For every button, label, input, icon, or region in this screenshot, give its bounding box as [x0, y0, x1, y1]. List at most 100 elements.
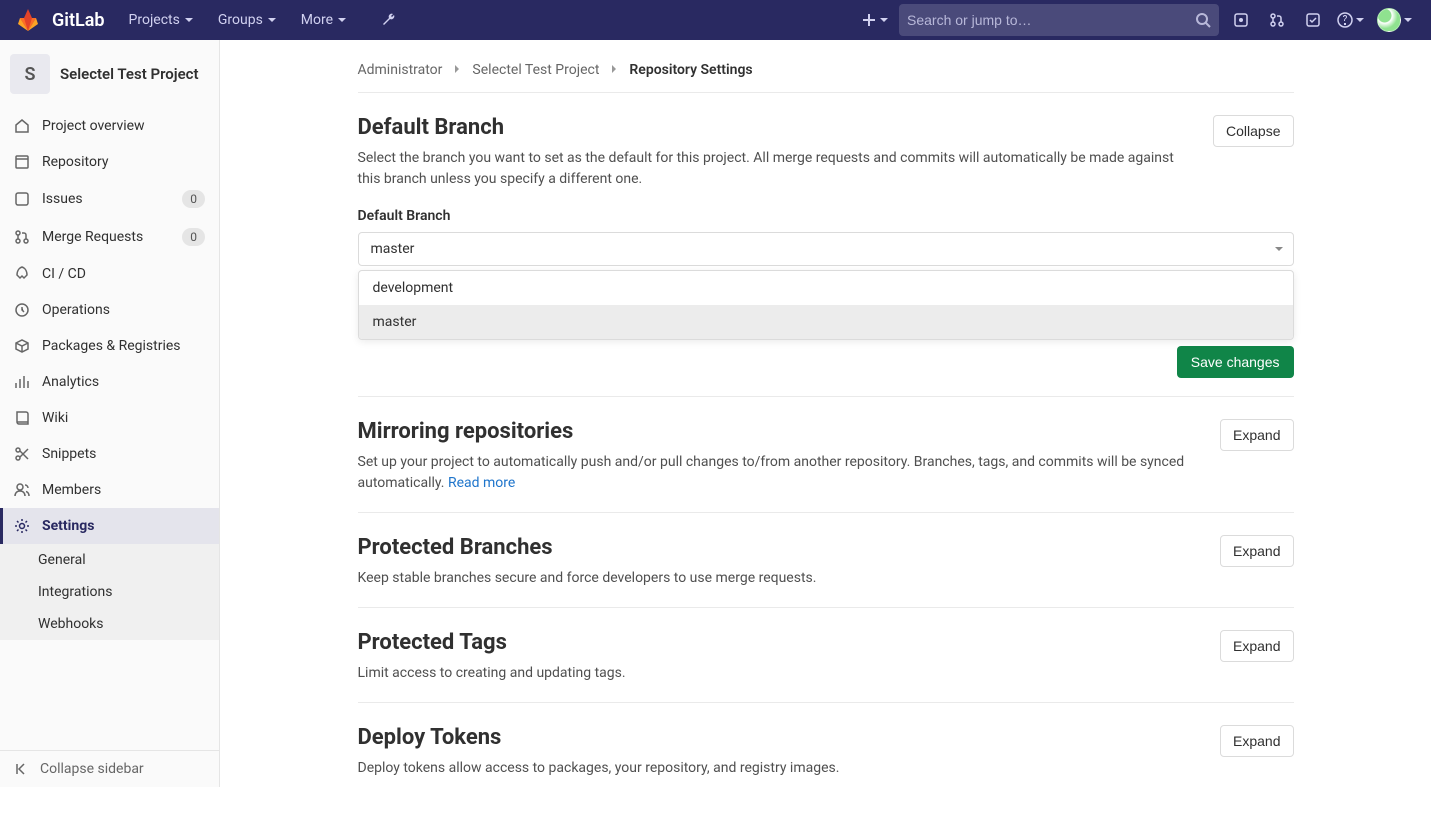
nav-projects-label: Projects [129, 12, 180, 28]
chevron-down-icon [1403, 15, 1413, 25]
sidebar-item-label: Members [42, 482, 101, 498]
sidebar-item-analytics[interactable]: Analytics [0, 364, 219, 400]
plus-icon [861, 12, 877, 28]
section-deploy-tokens: Deploy Tokens Deploy tokens allow access… [358, 703, 1294, 797]
book-icon [14, 410, 30, 426]
sidebar-item-merge-requests[interactable]: Merge Requests 0 [0, 218, 219, 256]
nav-more-label: More [301, 12, 333, 28]
brand-name[interactable]: GitLab [52, 10, 105, 31]
section-title: Protected Branches [358, 535, 1205, 560]
repo-icon [14, 154, 30, 170]
nav-projects[interactable]: Projects [121, 6, 202, 34]
project-avatar: S [10, 54, 50, 94]
nav-left: GitLab Projects Groups More [16, 6, 403, 34]
section-protected-tags: Protected Tags Limit access to creating … [358, 608, 1294, 703]
save-changes-button[interactable]: Save changes [1177, 346, 1294, 378]
collapse-sidebar-label: Collapse sidebar [40, 761, 144, 777]
collapse-button[interactable]: Collapse [1213, 115, 1293, 147]
expand-button[interactable]: Expand [1220, 630, 1293, 662]
expand-button[interactable]: Expand [1220, 725, 1293, 757]
sidebar-item-issues[interactable]: Issues 0 [0, 180, 219, 218]
sidebar-nav: Project overview Repository Issues 0 Mer… [0, 108, 219, 544]
select-value: master [371, 241, 415, 257]
new-menu[interactable] [859, 12, 891, 28]
chevron-down-icon [1274, 244, 1284, 254]
read-more-link[interactable]: Read more [448, 475, 515, 491]
section-protected-branches: Protected Branches Keep stable branches … [358, 513, 1294, 608]
global-search[interactable] [899, 4, 1219, 36]
expand-button[interactable]: Expand [1220, 535, 1293, 567]
rocket-icon [14, 266, 30, 282]
collapse-sidebar-button[interactable]: Collapse sidebar [0, 750, 219, 787]
sidebar-item-operations[interactable]: Operations [0, 292, 219, 328]
gear-icon [14, 518, 30, 534]
collapse-icon [14, 761, 30, 777]
user-menu[interactable] [1375, 8, 1415, 32]
help-menu[interactable] [1335, 12, 1367, 28]
nav-right [859, 4, 1415, 36]
sidebar-item-packages[interactable]: Packages & Registries [0, 328, 219, 364]
project-header[interactable]: S Selectel Test Project [0, 40, 219, 108]
nav-more[interactable]: More [293, 6, 355, 34]
merge-requests-shortcut-icon[interactable] [1263, 6, 1291, 34]
sidebar-item-snippets[interactable]: Snippets [0, 436, 219, 472]
sidebar-item-label: Settings [42, 518, 94, 534]
section-title: Default Branch [358, 115, 1198, 140]
search-input[interactable] [907, 12, 1195, 28]
todos-shortcut-icon[interactable] [1299, 6, 1327, 34]
scissors-icon [14, 446, 30, 462]
breadcrumb: Administrator Selectel Test Project Repo… [358, 56, 1294, 93]
package-icon [14, 338, 30, 354]
settings-sub-integrations[interactable]: Integrations [0, 576, 219, 608]
merge-icon [14, 229, 30, 245]
section-title: Protected Tags [358, 630, 1205, 655]
breadcrumb-admin[interactable]: Administrator [358, 62, 443, 78]
sidebar-item-label: Packages & Registries [42, 338, 181, 354]
issues-icon [14, 191, 30, 207]
sidebar-item-label: Repository [42, 154, 108, 170]
sidebar-item-label: Operations [42, 302, 110, 318]
default-branch-select[interactable]: master development master [358, 232, 1294, 266]
section-desc: Limit access to creating and updating ta… [358, 663, 1205, 684]
members-icon [14, 482, 30, 498]
sidebar-item-members[interactable]: Members [0, 472, 219, 508]
sidebar-item-cicd[interactable]: CI / CD [0, 256, 219, 292]
section-mirroring: Mirroring repositories Set up your proje… [358, 397, 1294, 513]
section-desc: Select the branch you want to set as the… [358, 148, 1198, 190]
dropdown-option-development[interactable]: development [359, 271, 1293, 305]
sidebar-item-repository[interactable]: Repository [0, 144, 219, 180]
section-desc: Set up your project to automatically pus… [358, 452, 1205, 494]
branch-dropdown: development master [358, 270, 1294, 340]
issues-shortcut-icon[interactable] [1227, 6, 1255, 34]
section-desc: Keep stable branches secure and force de… [358, 568, 1205, 589]
dropdown-option-master[interactable]: master [359, 305, 1293, 339]
select-box[interactable]: master [358, 232, 1294, 266]
search-icon [1195, 12, 1211, 28]
sidebar-item-label: Merge Requests [42, 229, 143, 245]
settings-sub-webhooks[interactable]: Webhooks [0, 608, 219, 640]
settings-sub-general[interactable]: General [0, 544, 219, 576]
sidebar-item-overview[interactable]: Project overview [0, 108, 219, 144]
sidebar-item-wiki[interactable]: Wiki [0, 400, 219, 436]
sidebar-item-label: Wiki [42, 410, 68, 426]
admin-wrench-icon[interactable] [375, 6, 403, 34]
expand-button[interactable]: Expand [1220, 419, 1293, 451]
sidebar-item-label: CI / CD [42, 266, 86, 282]
default-branch-label: Default Branch [358, 208, 1294, 224]
gitlab-logo-icon[interactable] [16, 8, 40, 32]
sidebar-item-settings[interactable]: Settings [0, 508, 219, 544]
nav-groups[interactable]: Groups [210, 6, 285, 34]
chevron-down-icon [184, 15, 194, 25]
settings-submenu: General Integrations Webhooks [0, 544, 219, 640]
sidebar-item-label: Issues [42, 191, 83, 207]
operations-icon [14, 302, 30, 318]
chevron-right-icon [452, 62, 462, 78]
chevron-down-icon [267, 15, 277, 25]
sidebar-item-label: Snippets [42, 446, 96, 462]
nav-groups-label: Groups [218, 12, 263, 28]
section-title: Deploy Tokens [358, 725, 1205, 750]
breadcrumb-project[interactable]: Selectel Test Project [472, 62, 599, 78]
project-name: Selectel Test Project [60, 65, 199, 83]
chevron-down-icon [879, 15, 889, 25]
chevron-down-icon [337, 15, 347, 25]
